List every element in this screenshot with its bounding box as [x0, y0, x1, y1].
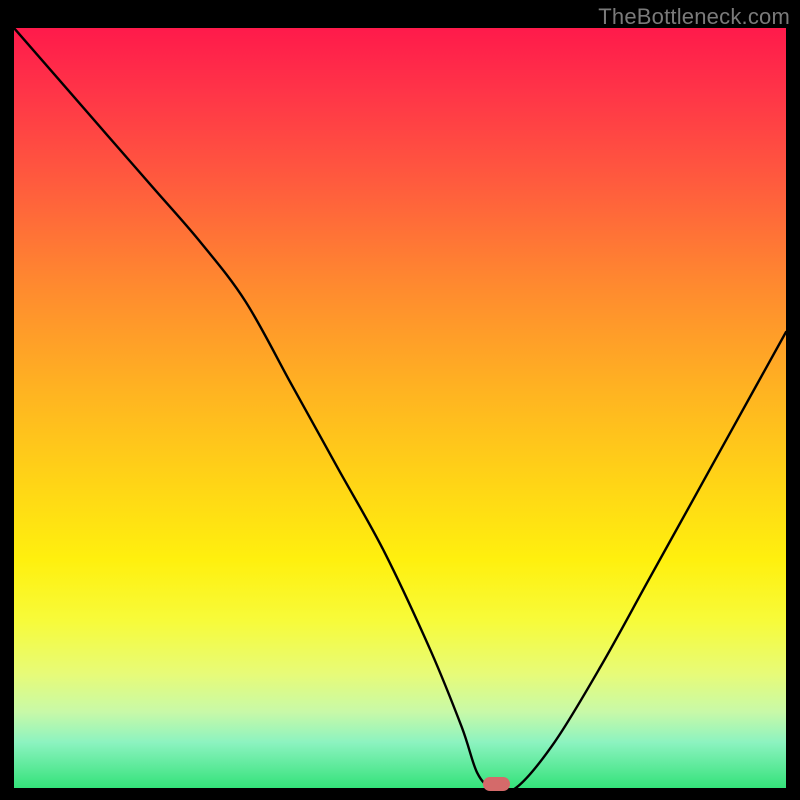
- bottleneck-curve: [14, 28, 786, 788]
- optimal-marker: [483, 777, 510, 791]
- watermark-text: TheBottleneck.com: [598, 4, 790, 30]
- curve-path: [14, 28, 786, 788]
- plot-area: [14, 28, 786, 788]
- chart-frame: TheBottleneck.com: [0, 0, 800, 800]
